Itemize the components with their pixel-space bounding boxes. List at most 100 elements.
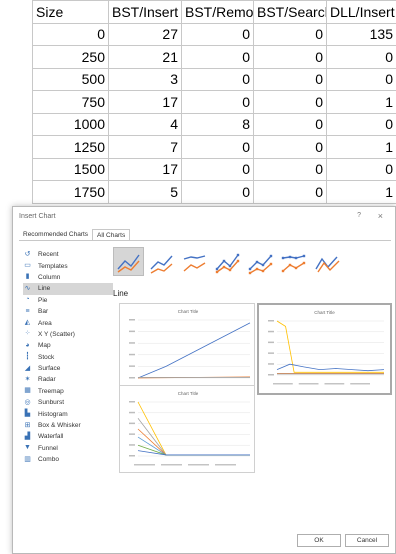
subtype-stacked-line-with-markers-icon[interactable] xyxy=(245,247,276,276)
column-chart-icon: ▮ xyxy=(25,273,30,281)
subtype-line-with-markers-icon[interactable] xyxy=(212,247,243,276)
ok-button[interactable]: OK xyxy=(297,534,341,547)
category-label: X Y (Scatter) xyxy=(38,330,75,338)
table-cell[interactable]: 0 xyxy=(181,157,254,181)
table-cell[interactable]: 1 xyxy=(326,135,396,159)
table-cell[interactable]: 0 xyxy=(253,112,327,136)
category-item-waterfall[interactable]: ▟ Waterfall xyxy=(23,431,113,442)
table-cell[interactable]: 500 xyxy=(32,67,109,91)
category-item-recent[interactable]: ↺ Recent xyxy=(23,249,113,260)
table-cell[interactable]: 0 xyxy=(253,45,327,69)
subtype-line-icon[interactable] xyxy=(113,247,144,276)
table-cell[interactable]: 5 xyxy=(108,180,182,204)
table-cell[interactable]: 0 xyxy=(253,135,327,159)
header-cell[interactable]: BST/Remove xyxy=(181,0,254,24)
category-label: Surface xyxy=(38,365,61,373)
table-cell[interactable]: 0 xyxy=(181,45,254,69)
chart-preview-line-by-column[interactable]: Chart Title xyxy=(119,303,255,395)
box-whisker-chart-icon: ⊞ xyxy=(24,421,31,429)
table-cell[interactable]: 21 xyxy=(108,45,182,69)
table-cell[interactable]: 0 xyxy=(253,157,327,181)
table-cell[interactable]: 3 xyxy=(108,67,182,91)
table-cell[interactable]: 1000 xyxy=(32,112,109,136)
table-cell[interactable]: 0 xyxy=(32,22,109,46)
table-cell[interactable]: 4 xyxy=(108,112,182,136)
category-item-surface[interactable]: ◢ Surface xyxy=(23,363,113,374)
category-item-combo[interactable]: ▥ Combo xyxy=(23,454,113,465)
table-cell[interactable]: 0 xyxy=(181,67,254,91)
category-label: Stock xyxy=(38,353,55,361)
category-item-stock[interactable]: ┇ Stock xyxy=(23,352,113,363)
category-item-column[interactable]: ▮ Column xyxy=(23,272,113,283)
subtype-100-stacked-line-icon[interactable] xyxy=(179,247,210,276)
subtype-100-stacked-line-markers-icon[interactable] xyxy=(278,247,309,276)
map-chart-icon: ◕ xyxy=(25,341,30,349)
help-button[interactable]: ? xyxy=(357,212,361,219)
table-row: 1750 5 0 0 1 xyxy=(32,180,396,204)
category-label: Combo xyxy=(38,456,59,464)
table-cell[interactable]: 1250 xyxy=(32,135,109,159)
category-item-map[interactable]: ◕ Map xyxy=(23,340,113,351)
category-label: Templates xyxy=(38,262,68,270)
category-item-box-whisker[interactable]: ⊞ Box & Whisker xyxy=(23,420,113,431)
preview-series-line xyxy=(137,322,251,379)
category-label: Bar xyxy=(38,308,49,316)
header-cell[interactable]: Size xyxy=(32,0,109,24)
table-cell[interactable]: 1500 xyxy=(32,157,109,181)
category-item-pie[interactable]: ◔ Pie xyxy=(23,295,113,306)
category-item-templates[interactable]: ▭ Templates xyxy=(23,260,113,271)
subtype-stacked-line-icon[interactable] xyxy=(146,247,177,276)
header-cell[interactable]: BST/Insert xyxy=(108,0,182,24)
table-cell[interactable]: 0 xyxy=(181,22,254,46)
table-cell[interactable]: 135 xyxy=(326,22,396,46)
preview-chart-title: Chart Title xyxy=(178,391,199,396)
chart-preview-line-series[interactable]: Chart Title xyxy=(119,385,255,473)
chart-preview-line-by-row[interactable]: Chart Title xyxy=(257,303,392,395)
table-cell[interactable]: 0 xyxy=(326,157,396,181)
table-cell[interactable]: 0 xyxy=(326,112,396,136)
table-cell[interactable]: 0 xyxy=(253,67,327,91)
category-item-sunburst[interactable]: ◎ Sunburst xyxy=(23,397,113,408)
header-cell[interactable]: BST/Search xyxy=(253,0,327,24)
preview-series-line xyxy=(137,401,250,456)
category-label: Funnel xyxy=(38,444,58,452)
table-cell[interactable]: 7 xyxy=(108,135,182,159)
table-cell[interactable]: 17 xyxy=(108,157,182,181)
table-cell[interactable]: 0 xyxy=(181,90,254,114)
category-item-radar[interactable]: ✶ Radar xyxy=(23,374,113,385)
table-cell[interactable]: 27 xyxy=(108,22,182,46)
subtype-3d-line-icon[interactable] xyxy=(311,247,342,276)
table-cell[interactable]: 250 xyxy=(32,45,109,69)
table-row: 0 27 0 0 135 xyxy=(32,22,396,46)
table-cell[interactable]: 0 xyxy=(253,180,327,204)
category-item-bar[interactable]: ≡ Bar xyxy=(23,306,113,317)
sunburst-chart-icon: ◎ xyxy=(24,398,31,406)
table-cell[interactable]: 0 xyxy=(181,135,254,159)
table-cell[interactable]: 0 xyxy=(253,90,327,114)
table-cell[interactable]: 8 xyxy=(181,112,254,136)
table-cell[interactable]: 17 xyxy=(108,90,182,114)
spreadsheet-table: SizeBST/InsertBST/RemoveBST/SearchDLL/In… xyxy=(32,0,396,204)
histogram-chart-icon: ▙ xyxy=(24,410,31,418)
table-cell[interactable]: 1750 xyxy=(32,180,109,204)
header-cell[interactable]: DLL/Insert xyxy=(326,0,396,24)
preview-chart-title: Chart Title xyxy=(314,310,335,315)
category-item-treemap[interactable]: ▦ Treemap xyxy=(23,386,113,397)
category-item-histogram[interactable]: ▙ Histogram xyxy=(23,408,113,419)
table-cell[interactable]: 1 xyxy=(326,90,396,114)
table-cell[interactable]: 0 xyxy=(326,45,396,69)
category-label: Box & Whisker xyxy=(38,422,81,430)
category-item-x-y-scatter[interactable]: ⁘ X Y (Scatter) xyxy=(23,329,113,340)
table-cell[interactable]: 0 xyxy=(253,22,327,46)
category-item-area[interactable]: ◭ Area xyxy=(23,317,113,328)
table-cell[interactable]: 750 xyxy=(32,90,109,114)
close-button[interactable]: × xyxy=(378,211,383,221)
table-cell[interactable]: 0 xyxy=(326,67,396,91)
table-cell[interactable]: 1 xyxy=(326,180,396,204)
cancel-button[interactable]: Cancel xyxy=(345,534,389,547)
category-item-line[interactable]: ∿ Line xyxy=(23,283,113,295)
table-row: 1250 7 0 0 1 xyxy=(32,135,396,159)
dialog-titlebar: Insert Chart ? × xyxy=(13,207,395,227)
table-cell[interactable]: 0 xyxy=(181,180,254,204)
category-item-funnel[interactable]: ▼ Funnel xyxy=(23,443,113,454)
